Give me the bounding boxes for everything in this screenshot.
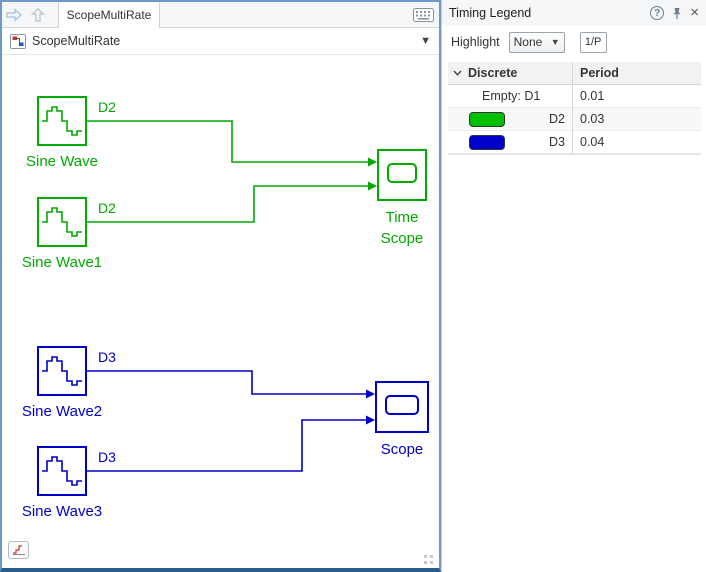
rate-annotation: D3 bbox=[98, 449, 116, 465]
forward-button[interactable] bbox=[2, 4, 26, 26]
scope-screen-icon bbox=[385, 395, 419, 415]
breadcrumb-dropdown-caret[interactable]: ▼ bbox=[420, 35, 431, 47]
model-tab-label: ScopeMultiRate bbox=[66, 7, 152, 22]
rate-annotation: D2 bbox=[98, 200, 116, 216]
timing-legend-table: Discrete Period Empty: D1 0.01 D2 0.03 D… bbox=[448, 62, 701, 155]
column-header-period: Period bbox=[580, 66, 619, 80]
model-canvas[interactable]: D2 Sine Wave D2 Sine Wave1 Time Scope D3… bbox=[2, 55, 439, 568]
keyboard-icon bbox=[413, 8, 434, 22]
highlight-row: Highlight None ▼ 1/P bbox=[442, 26, 706, 58]
keyboard-shortcuts-button[interactable] bbox=[413, 8, 434, 27]
rate-annotation: D2 bbox=[98, 99, 116, 115]
rate-period: 0.01 bbox=[580, 89, 605, 103]
rate-name: D3 bbox=[549, 135, 565, 149]
block-time-scope[interactable] bbox=[377, 149, 427, 201]
block-sine-wave1[interactable] bbox=[37, 197, 87, 247]
block-label[interactable]: Sine Wave2 bbox=[2, 401, 122, 422]
block-sine-wave2[interactable] bbox=[37, 346, 87, 396]
canvas-resize-grip bbox=[424, 555, 427, 558]
pin-icon[interactable] bbox=[671, 7, 683, 20]
table-row[interactable]: Empty: D1 0.01 bbox=[448, 85, 701, 108]
collapse-chevron-icon[interactable] bbox=[453, 70, 462, 76]
discrete-sine-icon bbox=[42, 106, 82, 136]
block-label[interactable]: Sine Wave bbox=[2, 151, 122, 172]
up-arrow-icon bbox=[31, 7, 45, 22]
rate-period: 0.03 bbox=[580, 112, 605, 126]
table-row[interactable]: D3 0.04 bbox=[448, 131, 701, 154]
discrete-sine-icon bbox=[42, 456, 82, 486]
discrete-sine-icon bbox=[42, 356, 82, 386]
help-icon[interactable]: ? bbox=[650, 6, 665, 20]
d2-color-swatch bbox=[469, 111, 505, 127]
model-tab[interactable]: ScopeMultiRate bbox=[58, 1, 160, 28]
model-icon bbox=[10, 33, 26, 49]
sample-time-icon bbox=[12, 545, 25, 555]
panel-title: Timing Legend bbox=[449, 6, 532, 20]
table-header-row: Discrete Period bbox=[448, 62, 701, 85]
discrete-sine-icon bbox=[42, 207, 82, 237]
column-header-discrete: Discrete bbox=[468, 66, 518, 80]
block-label[interactable]: Time Scope bbox=[372, 207, 432, 249]
breadcrumb-item[interactable]: ScopeMultiRate bbox=[32, 34, 120, 48]
block-sine-wave[interactable] bbox=[37, 96, 87, 146]
sample-time-legend-badge[interactable] bbox=[8, 541, 29, 559]
rate-annotation: D3 bbox=[98, 349, 116, 365]
editor-toolbar: ScopeMultiRate bbox=[2, 1, 439, 28]
rate-name: Empty: D1 bbox=[482, 89, 541, 103]
d3-color-swatch bbox=[469, 134, 505, 150]
close-icon[interactable]: × bbox=[690, 5, 699, 20]
forward-arrow-icon bbox=[6, 7, 22, 22]
simulink-window: ScopeMultiRate ScopeMultiRate ▼ D2 Sine … bbox=[0, 0, 706, 572]
table-row[interactable]: D2 0.03 bbox=[448, 108, 701, 131]
block-label[interactable]: Scope bbox=[362, 439, 439, 460]
block-label[interactable]: Sine Wave1 bbox=[2, 252, 122, 273]
block-label[interactable]: Sine Wave3 bbox=[2, 501, 122, 522]
rate-name: D2 bbox=[549, 112, 565, 126]
breadcrumb-bar: ScopeMultiRate ▼ bbox=[2, 28, 439, 55]
inverse-period-button[interactable]: 1/P bbox=[579, 31, 607, 53]
panel-header: Timing Legend ? × bbox=[442, 0, 706, 26]
rate-period: 0.04 bbox=[580, 135, 605, 149]
block-scope[interactable] bbox=[375, 381, 429, 433]
up-to-parent-button[interactable] bbox=[26, 4, 50, 26]
column-divider bbox=[572, 62, 573, 154]
highlight-dropdown[interactable]: None ▼ bbox=[508, 31, 565, 53]
highlight-label: Highlight bbox=[451, 35, 500, 49]
model-editor: ScopeMultiRate ScopeMultiRate ▼ D2 Sine … bbox=[0, 0, 441, 572]
timing-legend-panel: Timing Legend ? × Highlight None ▼ 1/P D… bbox=[441, 0, 706, 572]
chevron-down-icon: ▼ bbox=[550, 37, 560, 47]
highlight-dropdown-value: None bbox=[513, 35, 543, 49]
scope-screen-icon bbox=[387, 163, 417, 183]
block-sine-wave3[interactable] bbox=[37, 446, 87, 496]
